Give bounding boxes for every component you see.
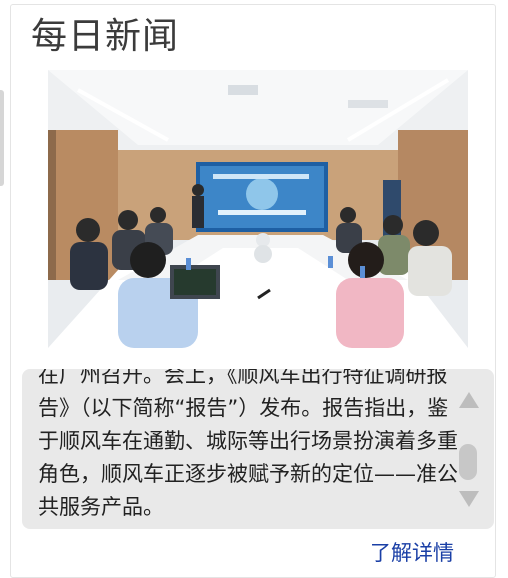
scrollbar-thumb[interactable]: [459, 444, 477, 480]
triangle-down-icon[interactable]: [459, 491, 479, 507]
side-tab-indicator[interactable]: [0, 90, 4, 186]
triangle-up-icon[interactable]: [459, 392, 479, 408]
article-text: 在广州召开。会上，《顺风车出行特征调研报告》（以下简称“报告”）发布。报告指出，…: [38, 369, 458, 519]
news-photo[interactable]: [48, 70, 468, 348]
article-text-box[interactable]: 在广州召开。会上，《顺风车出行特征调研报告》（以下简称“报告”）发布。报告指出，…: [22, 369, 494, 529]
learn-more-link[interactable]: 了解详情: [370, 538, 454, 568]
conference-room-illustration: [48, 70, 468, 348]
widget-title: 每日新闻: [31, 16, 180, 57]
